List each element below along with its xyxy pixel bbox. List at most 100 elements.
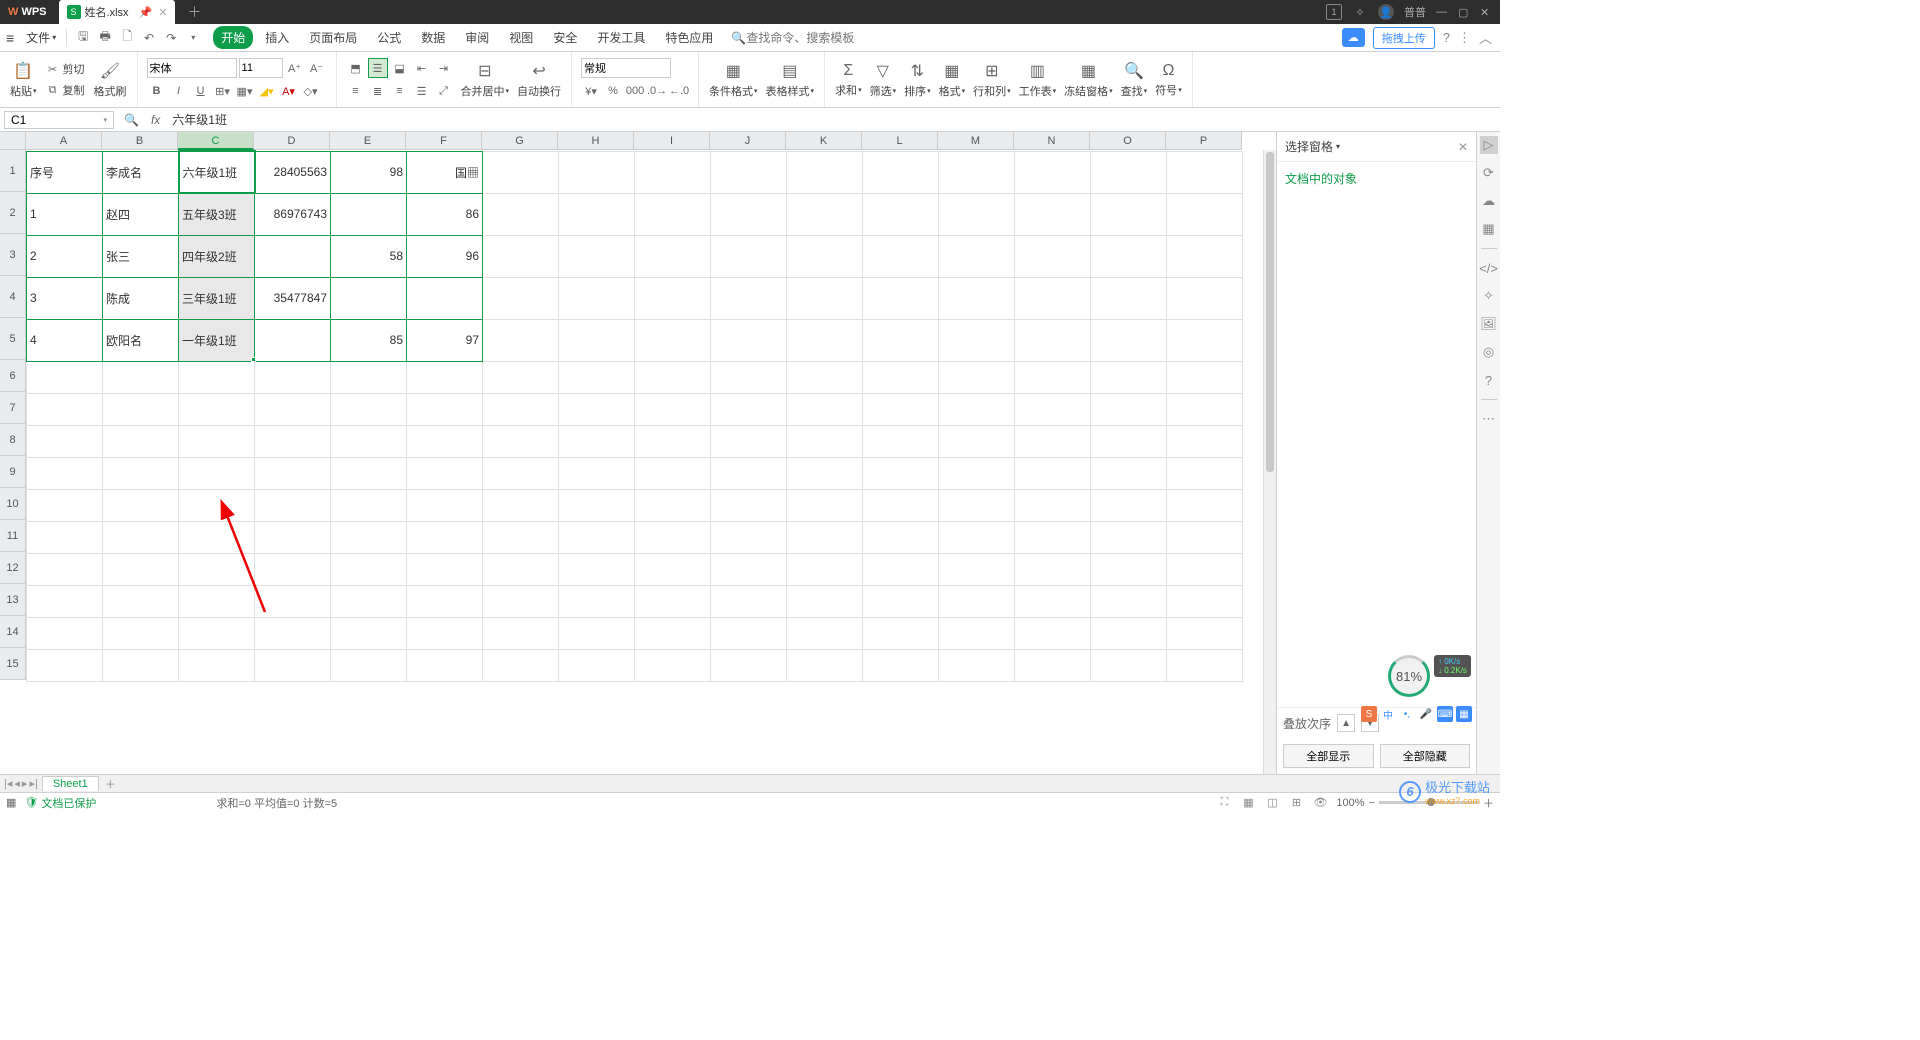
bring-forward-button[interactable]: ▲ <box>1337 714 1355 732</box>
cell-N7[interactable] <box>1015 393 1091 425</box>
cell-C5[interactable]: 一年级1班 <box>179 319 255 361</box>
properties-icon[interactable]: </> <box>1480 259 1498 277</box>
page-layout-icon[interactable]: ◫ <box>1264 795 1280 811</box>
cell-N8[interactable] <box>1015 425 1091 457</box>
ribbon-tab-特色应用[interactable]: 特色应用 <box>657 26 721 49</box>
document-tab[interactable]: S 姓名.xlsx 📌 ✕ <box>59 0 176 24</box>
cell-L10[interactable] <box>863 489 939 521</box>
sum-button[interactable]: Σ求和▾ <box>831 62 866 98</box>
sheet-nav-first-icon[interactable]: |◂ <box>4 777 12 790</box>
cell-B3[interactable]: 张三 <box>103 235 179 277</box>
cell-L6[interactable] <box>863 361 939 393</box>
column-header-I[interactable]: I <box>634 132 710 150</box>
cell-O6[interactable] <box>1091 361 1167 393</box>
cell-C14[interactable] <box>179 617 255 649</box>
table-style-button[interactable]: ▤表格样式▾ <box>762 61 819 99</box>
ribbon-tab-开始[interactable]: 开始 <box>213 26 253 49</box>
cell-O2[interactable] <box>1091 193 1167 235</box>
cell-K3[interactable] <box>787 235 863 277</box>
cell-D3[interactable] <box>255 235 331 277</box>
cell-H4[interactable] <box>559 277 635 319</box>
ribbon-tab-开发工具[interactable]: 开发工具 <box>589 26 653 49</box>
cell-B13[interactable] <box>103 585 179 617</box>
cell-G3[interactable] <box>483 235 559 277</box>
cell-O7[interactable] <box>1091 393 1167 425</box>
cell-K11[interactable] <box>787 521 863 553</box>
cell-O3[interactable] <box>1091 235 1167 277</box>
cell-I7[interactable] <box>635 393 711 425</box>
cell-E4[interactable] <box>331 277 407 319</box>
cell-N15[interactable] <box>1015 649 1091 681</box>
cell-N13[interactable] <box>1015 585 1091 617</box>
page-break-icon[interactable]: ⊞ <box>1288 795 1304 811</box>
cell-A3[interactable]: 2 <box>27 235 103 277</box>
cell-D8[interactable] <box>255 425 331 457</box>
fill-color-icon[interactable]: ◢▾ <box>257 81 277 101</box>
cell-D6[interactable] <box>255 361 331 393</box>
cell-P11[interactable] <box>1167 521 1243 553</box>
cell-N1[interactable] <box>1015 151 1091 193</box>
number-format-combo[interactable] <box>581 58 671 78</box>
row-header-6[interactable]: 6 <box>0 360 26 392</box>
cell-H8[interactable] <box>559 425 635 457</box>
align-center-icon[interactable]: ≣ <box>368 81 388 101</box>
cell-H13[interactable] <box>559 585 635 617</box>
cell-M13[interactable] <box>939 585 1015 617</box>
column-header-H[interactable]: H <box>558 132 634 150</box>
pin-icon[interactable]: 📌 <box>139 6 153 19</box>
cell-A6[interactable] <box>27 361 103 393</box>
cell-H15[interactable] <box>559 649 635 681</box>
cell-F2[interactable]: 86 <box>407 193 483 235</box>
cell-D10[interactable] <box>255 489 331 521</box>
cell-O11[interactable] <box>1091 521 1167 553</box>
refresh-icon[interactable]: ⟳ <box>1480 164 1498 182</box>
format-button[interactable]: ▦格式▾ <box>935 61 970 99</box>
cell-K6[interactable] <box>787 361 863 393</box>
cell-C10[interactable] <box>179 489 255 521</box>
cell-J13[interactable] <box>711 585 787 617</box>
command-search-input[interactable] <box>746 31 866 45</box>
cell-G11[interactable] <box>483 521 559 553</box>
cell-K5[interactable] <box>787 319 863 361</box>
cell-E14[interactable] <box>331 617 407 649</box>
cell-K10[interactable] <box>787 489 863 521</box>
column-header-P[interactable]: P <box>1166 132 1242 150</box>
cell-K7[interactable] <box>787 393 863 425</box>
comma-icon[interactable]: 000 <box>625 81 645 101</box>
cell-M2[interactable] <box>939 193 1015 235</box>
cell-H9[interactable] <box>559 457 635 489</box>
cell-M10[interactable] <box>939 489 1015 521</box>
cell-E9[interactable] <box>331 457 407 489</box>
more-icon[interactable]: ⋮ <box>1458 30 1471 46</box>
cell-D5[interactable] <box>255 319 331 361</box>
row-header-13[interactable]: 13 <box>0 584 26 616</box>
close-pane-icon[interactable]: ✕ <box>1458 140 1468 154</box>
merge-center-button[interactable]: ⊟合并居中▾ <box>457 61 514 99</box>
cell-F13[interactable] <box>407 585 483 617</box>
cloud-sync-button[interactable]: ☁ <box>1342 28 1365 47</box>
cell-H1[interactable] <box>559 151 635 193</box>
cell-G5[interactable] <box>483 319 559 361</box>
close-window-icon[interactable]: ✕ <box>1480 6 1492 19</box>
cell-J11[interactable] <box>711 521 787 553</box>
cell-M8[interactable] <box>939 425 1015 457</box>
border-icon[interactable]: ⊞▾ <box>213 81 233 101</box>
cell-C11[interactable] <box>179 521 255 553</box>
cell-G13[interactable] <box>483 585 559 617</box>
new-tab-button[interactable]: ＋ <box>187 2 201 22</box>
cell-G1[interactable] <box>483 151 559 193</box>
cell-G12[interactable] <box>483 553 559 585</box>
cell-A15[interactable] <box>27 649 103 681</box>
percent-icon[interactable]: % <box>603 81 623 101</box>
upload-button[interactable]: 拖拽上传 <box>1373 27 1435 49</box>
ribbon-tab-公式[interactable]: 公式 <box>369 26 409 49</box>
cell-D15[interactable] <box>255 649 331 681</box>
column-header-M[interactable]: M <box>938 132 1014 150</box>
command-search[interactable]: 🔍 <box>731 31 866 45</box>
cell-J8[interactable] <box>711 425 787 457</box>
cell-A5[interactable]: 4 <box>27 319 103 361</box>
cell-L13[interactable] <box>863 585 939 617</box>
wrap-text-button[interactable]: ↩自动换行 <box>513 61 565 99</box>
paste-button[interactable]: 📋粘贴▾ <box>6 61 41 99</box>
row-header-2[interactable]: 2 <box>0 192 26 234</box>
